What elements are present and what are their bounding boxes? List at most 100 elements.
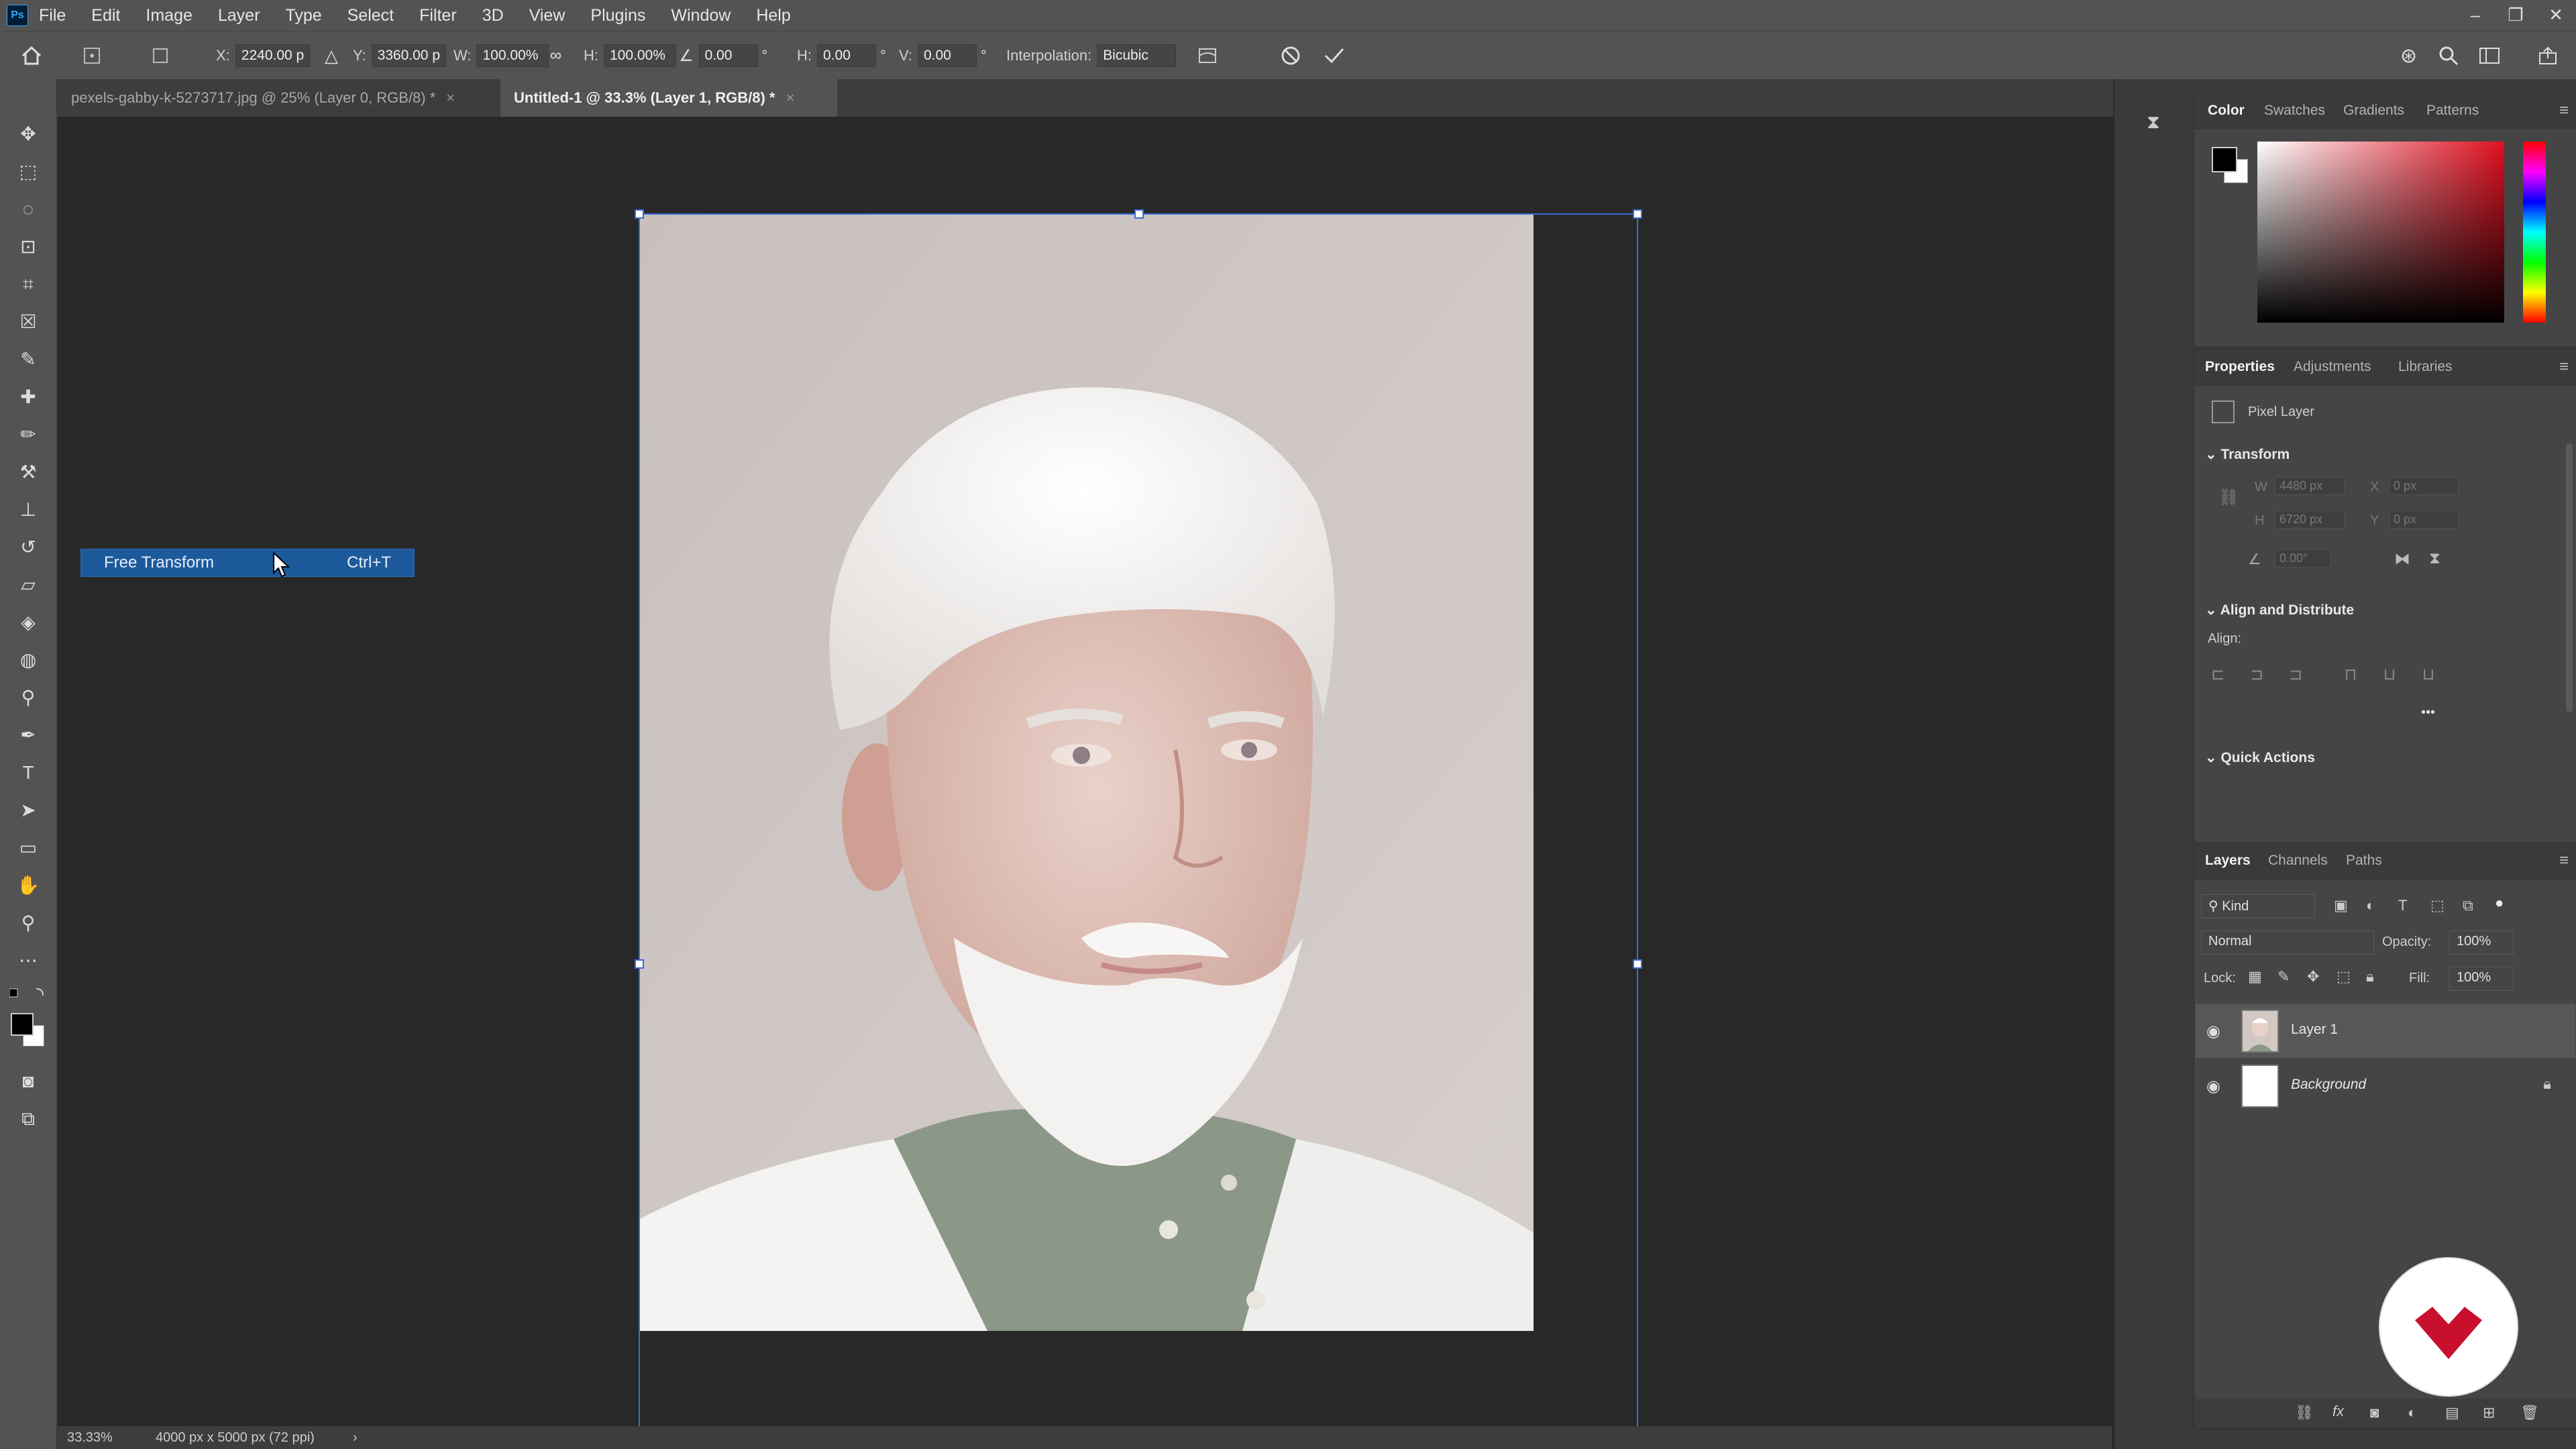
lock-image-pixels-icon[interactable]: ✎ [2277, 968, 2290, 985]
menu-plugins[interactable]: Plugins [590, 6, 645, 25]
more-options-icon[interactable]: ••• [2421, 705, 2435, 720]
panel-menu-icon[interactable]: ≡ [2559, 358, 2569, 376]
history-brush-tool-icon[interactable]: ↺ [15, 534, 42, 561]
tab-close-icon[interactable]: × [446, 89, 455, 107]
warp-icon[interactable] [1197, 32, 1218, 80]
visibility-eye-icon[interactable]: ◉ [2206, 1022, 2220, 1041]
filter-type-icon[interactable]: T [2398, 897, 2407, 914]
foreground-background-color-icon[interactable] [11, 1013, 46, 1048]
commit-transform-icon[interactable] [1323, 32, 1346, 80]
link-layers-icon[interactable]: ⛓ [2295, 1404, 2314, 1421]
transform-section-header[interactable]: ⌄ Transform [2205, 446, 2290, 463]
y-position-field[interactable]: 3360.00 p [371, 44, 447, 67]
skew-h-field[interactable]: 0.00 [817, 44, 876, 67]
filter-adjustment-icon[interactable]: ◐ [2366, 897, 2375, 914]
photoshop-logo-icon[interactable]: Ps [7, 5, 28, 26]
align-left-icon[interactable]: ⊏ [2208, 665, 2228, 685]
share-icon[interactable] [2537, 32, 2559, 80]
color-swatch-icon[interactable] [2212, 147, 2249, 184]
path-select-tool-icon[interactable]: ➤ [15, 797, 42, 824]
tab-close-icon[interactable]: × [786, 89, 794, 107]
align-bottom-icon[interactable]: ⊔ [2418, 665, 2438, 685]
dodge-tool-icon[interactable]: ⚲ [15, 684, 42, 711]
link-icon[interactable]: ∞ [550, 32, 561, 80]
menu-select[interactable]: Select [347, 6, 394, 25]
menu-window[interactable]: Window [671, 6, 731, 25]
brush-tool-icon[interactable]: ✏ [15, 421, 42, 448]
blend-mode-select[interactable]: Normal [2201, 930, 2374, 955]
screen-mode-icon[interactable]: ⧉ [15, 1106, 42, 1132]
eyedropper-tool-icon[interactable]: ✎ [15, 346, 42, 373]
filter-smart-object-icon[interactable]: ⧉ [2463, 897, 2473, 914]
height-field[interactable]: 100.00% [604, 44, 676, 67]
tab-pexels-document[interactable]: pexels-gabby-k-5273717.jpg @ 25% (Layer … [58, 79, 527, 117]
tab-swatches[interactable]: Swatches [2264, 103, 2325, 119]
align-right-icon[interactable]: ⊐ [2286, 665, 2306, 685]
move-tool-icon[interactable]: ✥ [15, 121, 42, 148]
filter-shape-icon[interactable]: ⬚ [2430, 897, 2445, 914]
menu-filter[interactable]: Filter [419, 6, 457, 25]
quick-mask-icon[interactable]: ◙ [15, 1068, 42, 1095]
skew-v-field[interactable]: 0.00 [917, 44, 977, 67]
x-position-field[interactable]: 2240.00 p [235, 44, 311, 67]
tab-libraries[interactable]: Libraries [2398, 359, 2453, 375]
fx-icon[interactable]: fx [2332, 1403, 2344, 1420]
clone-stamp-tool-icon[interactable]: ⚒ [15, 459, 42, 486]
layer-row-background[interactable]: ◉ Background 🔒︎ [2196, 1059, 2575, 1113]
scrollbar[interactable] [2566, 443, 2573, 712]
eraser-tool-icon[interactable]: ▱ [15, 572, 42, 598]
fill-field[interactable]: 100% [2449, 967, 2514, 991]
swap-colors-icon[interactable] [9, 986, 47, 1013]
tab-layers[interactable]: Layers [2205, 853, 2251, 869]
quick-actions-section-header[interactable]: ⌄ Quick Actions [2205, 749, 2315, 766]
lock-artboard-icon[interactable]: ⬚ [2337, 968, 2351, 985]
lock-transparent-pixels-icon[interactable]: ▦ [2248, 968, 2262, 985]
cancel-transform-icon[interactable] [1280, 32, 1301, 80]
opacity-field[interactable]: 100% [2449, 930, 2514, 955]
tab-adjustments[interactable]: Adjustments [2294, 359, 2371, 375]
tab-patterns[interactable]: Patterns [2426, 103, 2479, 119]
frame-tool-icon[interactable]: ☒ [15, 309, 42, 335]
filter-pixel-icon[interactable]: ▣ [2334, 897, 2348, 914]
flip-horizontal-icon[interactable]: ⧓ [2394, 549, 2410, 569]
pen-tool-icon[interactable]: ✒ [15, 722, 42, 749]
menu-view[interactable]: View [529, 6, 566, 25]
tab-properties[interactable]: Properties [2205, 359, 2275, 375]
healing-brush-tool-icon[interactable]: ✚ [15, 384, 42, 411]
delta-icon[interactable]: △ [325, 32, 338, 80]
trash-icon[interactable]: 🗑︎ [2520, 1404, 2539, 1421]
align-top-icon[interactable]: ⊓ [2341, 665, 2361, 685]
flip-vertical-icon[interactable]: ⧗ [2429, 549, 2440, 568]
restore-button[interactable]: ❐ [2496, 0, 2536, 31]
close-window-button[interactable]: ✕ [2536, 0, 2576, 31]
layer-name[interactable]: Layer 1 [2291, 1022, 2338, 1038]
panel-menu-icon[interactable]: ≡ [2559, 851, 2569, 870]
blur-tool-icon[interactable]: ◍ [15, 647, 42, 674]
home-icon[interactable] [20, 32, 43, 80]
align-vertical-center-icon[interactable]: ⊔ [2379, 665, 2400, 685]
crop-tool-icon[interactable]: ⌗ [15, 271, 42, 298]
paint-bucket-tool-icon[interactable]: ◈ [15, 609, 42, 636]
layer-lock-icon[interactable]: 🔒︎ [2543, 1075, 2551, 1093]
height-field[interactable]: 6720 px [2275, 511, 2345, 529]
tab-paths[interactable]: Paths [2346, 853, 2382, 869]
lock-all-icon[interactable]: 🔒︎ [2366, 968, 2374, 985]
lock-position-icon[interactable]: ✥ [2307, 968, 2319, 985]
menu-edit[interactable]: Edit [91, 6, 120, 25]
status-menu-arrow[interactable]: › [353, 1430, 358, 1446]
menu-image[interactable]: Image [146, 6, 192, 25]
hue-slider[interactable] [2523, 142, 2546, 323]
zoom-level[interactable]: 33.33% [67, 1430, 113, 1446]
layer-name[interactable]: Background [2291, 1077, 2366, 1093]
tab-channels[interactable]: Channels [2268, 853, 2328, 869]
width-field[interactable]: 100.00% [476, 44, 549, 67]
tab-color[interactable]: Color [2208, 103, 2245, 119]
align-horizontal-center-icon[interactable]: ⊐ [2247, 665, 2267, 685]
stamp-tool-icon[interactable]: ⊥ [15, 496, 42, 523]
lasso-tool-icon[interactable]: ◌ [15, 196, 42, 223]
filter-toggle-icon[interactable]: ● [2495, 894, 2504, 912]
minimize-button[interactable]: – [2455, 0, 2496, 31]
layer-filter-kind-select[interactable]: ⚲ Kind [2201, 894, 2315, 918]
history-panel-icon[interactable]: ⧗ [2140, 109, 2167, 136]
menu-help[interactable]: Help [756, 6, 790, 25]
